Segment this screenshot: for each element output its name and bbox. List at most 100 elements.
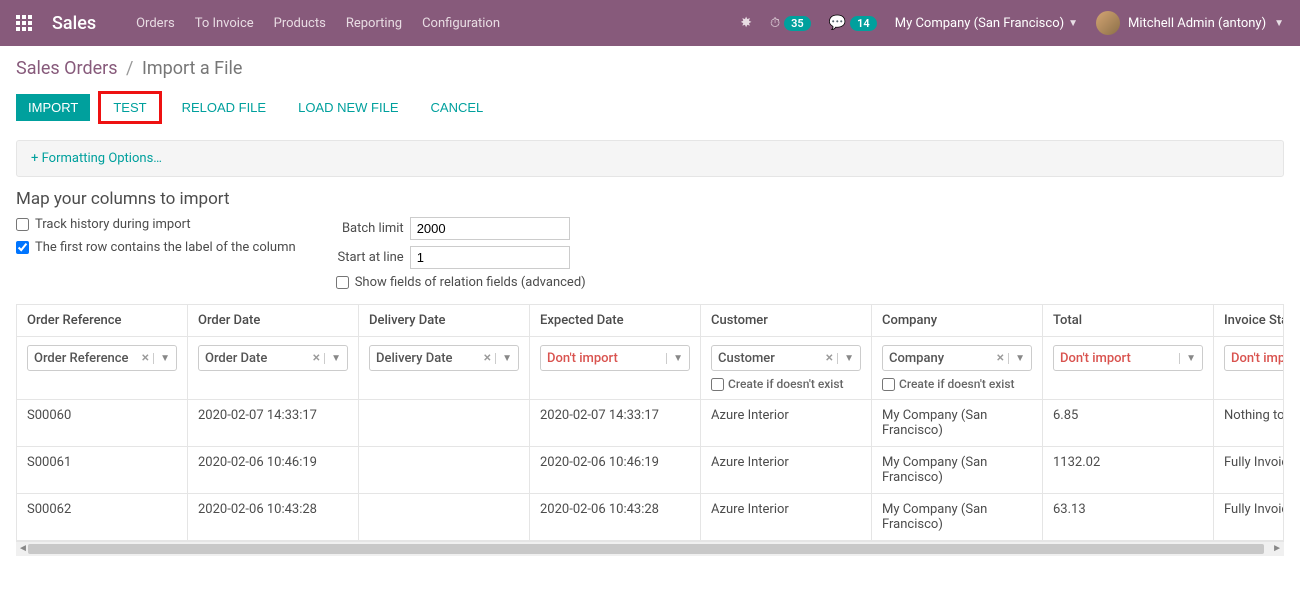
chevron-down-icon[interactable]: ▼: [1179, 353, 1196, 364]
chevron-down-icon[interactable]: ▼: [324, 353, 341, 364]
clear-icon[interactable]: ×: [142, 350, 149, 366]
create-if-line[interactable]: Create if doesn't exist: [882, 377, 1032, 391]
col-header: Order Reference: [17, 305, 188, 337]
select-value: Don't import: [1231, 351, 1284, 366]
table-cell: 2020-02-07 14:33:17: [188, 400, 359, 447]
clock-pill[interactable]: ⏱ 35: [770, 16, 811, 31]
select-value: Company: [889, 351, 993, 366]
col-select-cell: Don't import▼: [530, 337, 701, 400]
chevron-down-icon[interactable]: ▼: [1008, 353, 1025, 364]
import-table-wrap: Order ReferenceOrder DateDelivery DateEx…: [16, 304, 1284, 542]
batch-limit-input[interactable]: [410, 217, 570, 240]
show-relation-checkbox[interactable]: [336, 276, 349, 289]
table-cell: My Company (San Francisco): [872, 447, 1043, 494]
clear-icon[interactable]: ×: [313, 350, 320, 366]
chevron-down-icon[interactable]: ▼: [495, 353, 512, 364]
nav-to-invoice[interactable]: To Invoice: [195, 16, 254, 31]
create-if-checkbox[interactable]: [882, 378, 895, 391]
table-cell: Nothing to Invoice: [1214, 400, 1285, 447]
company-switcher[interactable]: My Company (San Francisco) ▼: [895, 16, 1078, 31]
nav-reporting[interactable]: Reporting: [346, 16, 402, 31]
column-mapping-select[interactable]: Order Reference×▼: [27, 345, 177, 371]
table-cell: S00062: [17, 494, 188, 541]
table-cell: 6.85: [1043, 400, 1214, 447]
clear-icon[interactable]: ×: [484, 350, 491, 366]
col-select-cell: Don't import▼: [1214, 337, 1285, 400]
select-value: Delivery Date: [376, 351, 480, 366]
first-row-line[interactable]: The first row contains the label of the …: [16, 240, 296, 255]
table-cell: 2020-02-06 10:46:19: [530, 447, 701, 494]
select-value: Don't import: [547, 351, 666, 366]
action-bar: Import Test Reload File Load New File Ca…: [0, 83, 1300, 140]
column-mapping-select[interactable]: Don't import▼: [1053, 345, 1203, 371]
chevron-down-icon: ▼: [1274, 18, 1284, 29]
clock-badge: 35: [784, 16, 811, 31]
clear-icon[interactable]: ×: [997, 350, 1004, 366]
first-row-checkbox[interactable]: [16, 241, 29, 254]
chevron-down-icon[interactable]: ▼: [666, 353, 683, 364]
table-cell: [359, 447, 530, 494]
column-mapping-select[interactable]: Don't import▼: [1224, 345, 1284, 371]
col-select-cell: Don't import▼: [1043, 337, 1214, 400]
table-cell: 2020-02-06 10:43:28: [188, 494, 359, 541]
scroll-right-icon[interactable]: ►: [1272, 543, 1282, 554]
test-button[interactable]: Test: [103, 96, 156, 119]
company-name: My Company (San Francisco): [895, 16, 1064, 31]
nav-orders[interactable]: Orders: [136, 16, 175, 31]
show-relation-line[interactable]: Show fields of relation fields (advanced…: [336, 275, 586, 290]
import-options: Track history during import The first ro…: [0, 217, 1300, 304]
column-mapping-select[interactable]: Company × ▼: [882, 345, 1032, 371]
table-cell: [359, 400, 530, 447]
batch-limit-line: Batch limit: [336, 217, 586, 240]
table-cell: My Company (San Francisco): [872, 400, 1043, 447]
col-select-cell: Delivery Date × ▼: [359, 337, 530, 400]
create-if-label: Create if doesn't exist: [728, 377, 844, 391]
clear-icon[interactable]: ×: [826, 350, 833, 366]
show-relation-label: Show fields of relation fields (advanced…: [355, 275, 586, 290]
col-header: Expected Date: [530, 305, 701, 337]
column-mapping-select[interactable]: Customer × ▼: [711, 345, 861, 371]
col-select-cell: Order Reference×▼: [17, 337, 188, 400]
start-line-input[interactable]: [410, 246, 570, 269]
nav-products[interactable]: Products: [274, 16, 326, 31]
cancel-button[interactable]: Cancel: [419, 94, 496, 121]
breadcrumb-current: Import a File: [142, 58, 242, 79]
table-cell: S00061: [17, 447, 188, 494]
apps-icon[interactable]: [16, 15, 32, 31]
column-mapping-select[interactable]: Order Date×▼: [198, 345, 348, 371]
column-mapping-select[interactable]: Delivery Date × ▼: [369, 345, 519, 371]
options-right: Batch limit Start at line Show fields of…: [336, 217, 586, 290]
track-history-checkbox[interactable]: [16, 218, 29, 231]
chevron-down-icon[interactable]: ▼: [837, 353, 854, 364]
clock-icon: ⏱: [770, 16, 780, 31]
user-menu[interactable]: Mitchell Admin (antony) ▼: [1096, 11, 1284, 35]
col-header: Order Date: [188, 305, 359, 337]
create-if-line[interactable]: Create if doesn't exist: [711, 377, 861, 391]
chevron-down-icon[interactable]: ▼: [153, 353, 170, 364]
table-cell: 2020-02-07 14:33:17: [530, 400, 701, 447]
app-brand[interactable]: Sales: [52, 13, 96, 34]
table-cell: Fully Invoiced: [1214, 447, 1285, 494]
bug-icon[interactable]: ✸: [740, 15, 752, 31]
scroll-left-icon[interactable]: ◄: [18, 543, 28, 554]
import-button[interactable]: Import: [16, 94, 90, 121]
table-cell: [359, 494, 530, 541]
col-select-cell: Order Date×▼: [188, 337, 359, 400]
horizontal-scrollbar[interactable]: ◄ ►: [16, 542, 1284, 556]
select-value: Customer: [718, 351, 822, 366]
table-cell: 2020-02-06 10:46:19: [188, 447, 359, 494]
comment-pill[interactable]: 💬 14: [829, 15, 877, 31]
test-highlight: Test: [98, 91, 161, 124]
load-new-file-button[interactable]: Load New File: [286, 94, 410, 121]
table-select-row: Order Reference×▼Order Date×▼Delivery Da…: [17, 337, 1284, 400]
col-header: Delivery Date: [359, 305, 530, 337]
nav-configuration[interactable]: Configuration: [422, 16, 500, 31]
scrollbar-thumb[interactable]: [28, 544, 1264, 554]
section-heading: Map your columns to import: [0, 189, 1300, 217]
create-if-checkbox[interactable]: [711, 378, 724, 391]
track-history-line[interactable]: Track history during import: [16, 217, 296, 232]
formatting-options-link[interactable]: + Formatting Options…: [31, 151, 162, 166]
breadcrumb-root[interactable]: Sales Orders: [16, 58, 118, 79]
reload-file-button[interactable]: Reload File: [170, 94, 279, 121]
column-mapping-select[interactable]: Don't import▼: [540, 345, 690, 371]
